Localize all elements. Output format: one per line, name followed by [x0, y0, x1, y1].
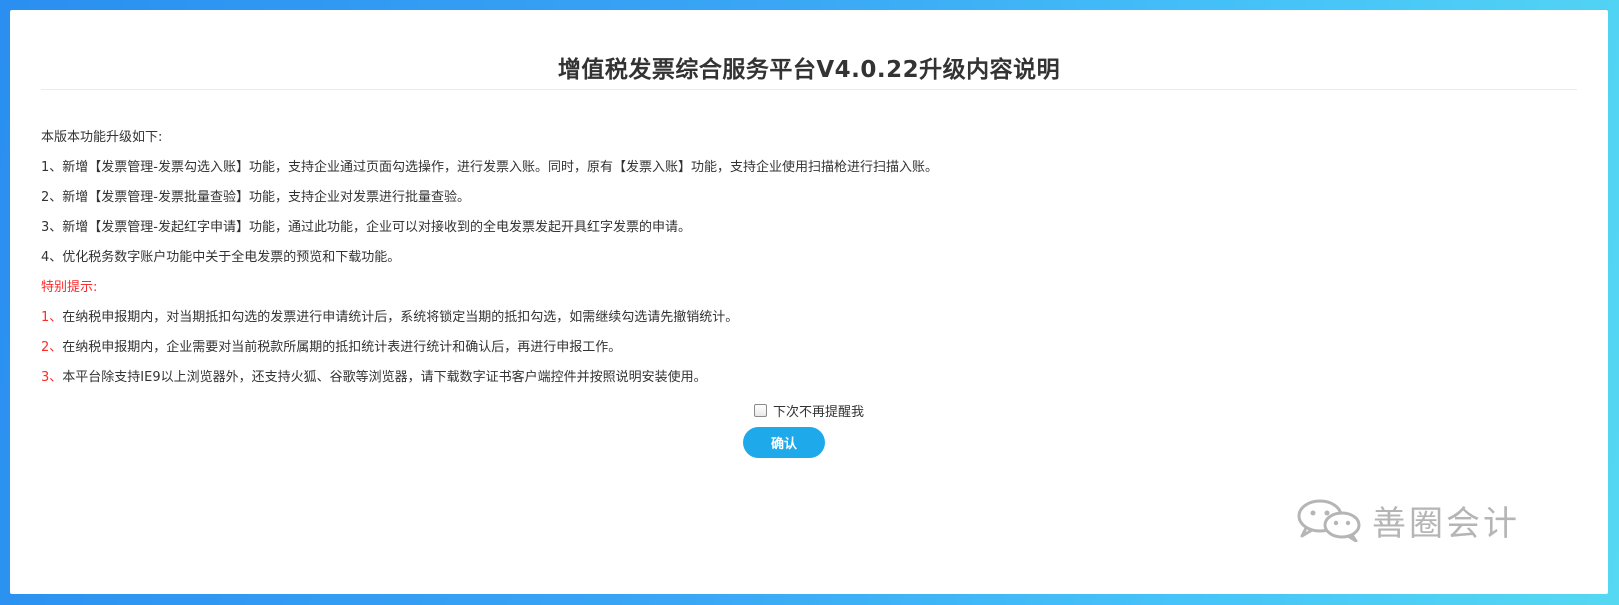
notice-item: 3、本平台除支持IE9以上浏览器外，还支持火狐、谷歌等浏览器，请下载数字证书客户… — [41, 363, 1541, 393]
feature-item: 1、新增【发票管理-发票勾选入账】功能，支持企业通过页面勾选操作，进行发票入账。… — [41, 160, 938, 175]
notice-number: 3、 — [41, 370, 63, 385]
watermark: 善圈会计 — [1294, 495, 1520, 545]
title-divider — [41, 89, 1577, 90]
notice-text: 本平台除支持IE9以上浏览器外，还支持火狐、谷歌等浏览器，请下载数字证书客户端控… — [62, 370, 707, 385]
dialog-title: 增值税发票综合服务平台V4.0.22升级内容说明 — [557, 57, 1061, 83]
wechat-icon — [1297, 499, 1361, 542]
feature-item: 4、优化税务数字账户功能中关于全电发票的预览和下载功能。 — [41, 250, 401, 265]
feature-item: 3、新增【发票管理-发起红字申请】功能，通过此功能，企业可以对接收到的全电发票发… — [41, 220, 691, 235]
notice-number: 1、 — [41, 310, 63, 325]
notice-label: 特别提示: — [41, 280, 98, 295]
dialog-content: 本版本功能升级如下: 1、新增【发票管理-发票勾选入账】功能，支持企业通过页面勾… — [41, 123, 1541, 393]
watermark-text: 善圈会计 — [1372, 503, 1520, 544]
notice-text: 在纳税申报期内，企业需要对当前税款所属期的抵扣统计表进行统计和确认后，再进行申报… — [62, 340, 622, 355]
feature-item: 2、新增【发票管理-发票批量查验】功能，支持企业对发票进行批量查验。 — [41, 190, 470, 205]
intro-text: 本版本功能升级如下: — [41, 130, 163, 145]
notice-item: 1、在纳税申报期内，对当期抵扣勾选的发票进行申请统计后，系统将锁定当期的抵扣勾选… — [41, 303, 1541, 333]
upgrade-notice-dialog: 增值税发票综合服务平台V4.0.22升级内容说明 本版本功能升级如下: 1、新增… — [10, 10, 1608, 594]
notice-item: 2、在纳税申报期内，企业需要对当前税款所属期的抵扣统计表进行统计和确认后，再进行… — [41, 333, 1541, 363]
confirm-button[interactable]: 确认 — [743, 427, 825, 458]
notice-number: 2、 — [41, 340, 63, 355]
dont-remind-label[interactable]: 下次不再提醒我 — [773, 405, 864, 420]
notice-text: 在纳税申报期内，对当期抵扣勾选的发票进行申请统计后，系统将锁定当期的抵扣勾选，如… — [62, 310, 739, 325]
dont-remind-checkbox[interactable] — [753, 404, 767, 417]
dont-remind-option[interactable]: 下次不再提醒我 — [10, 403, 1608, 423]
